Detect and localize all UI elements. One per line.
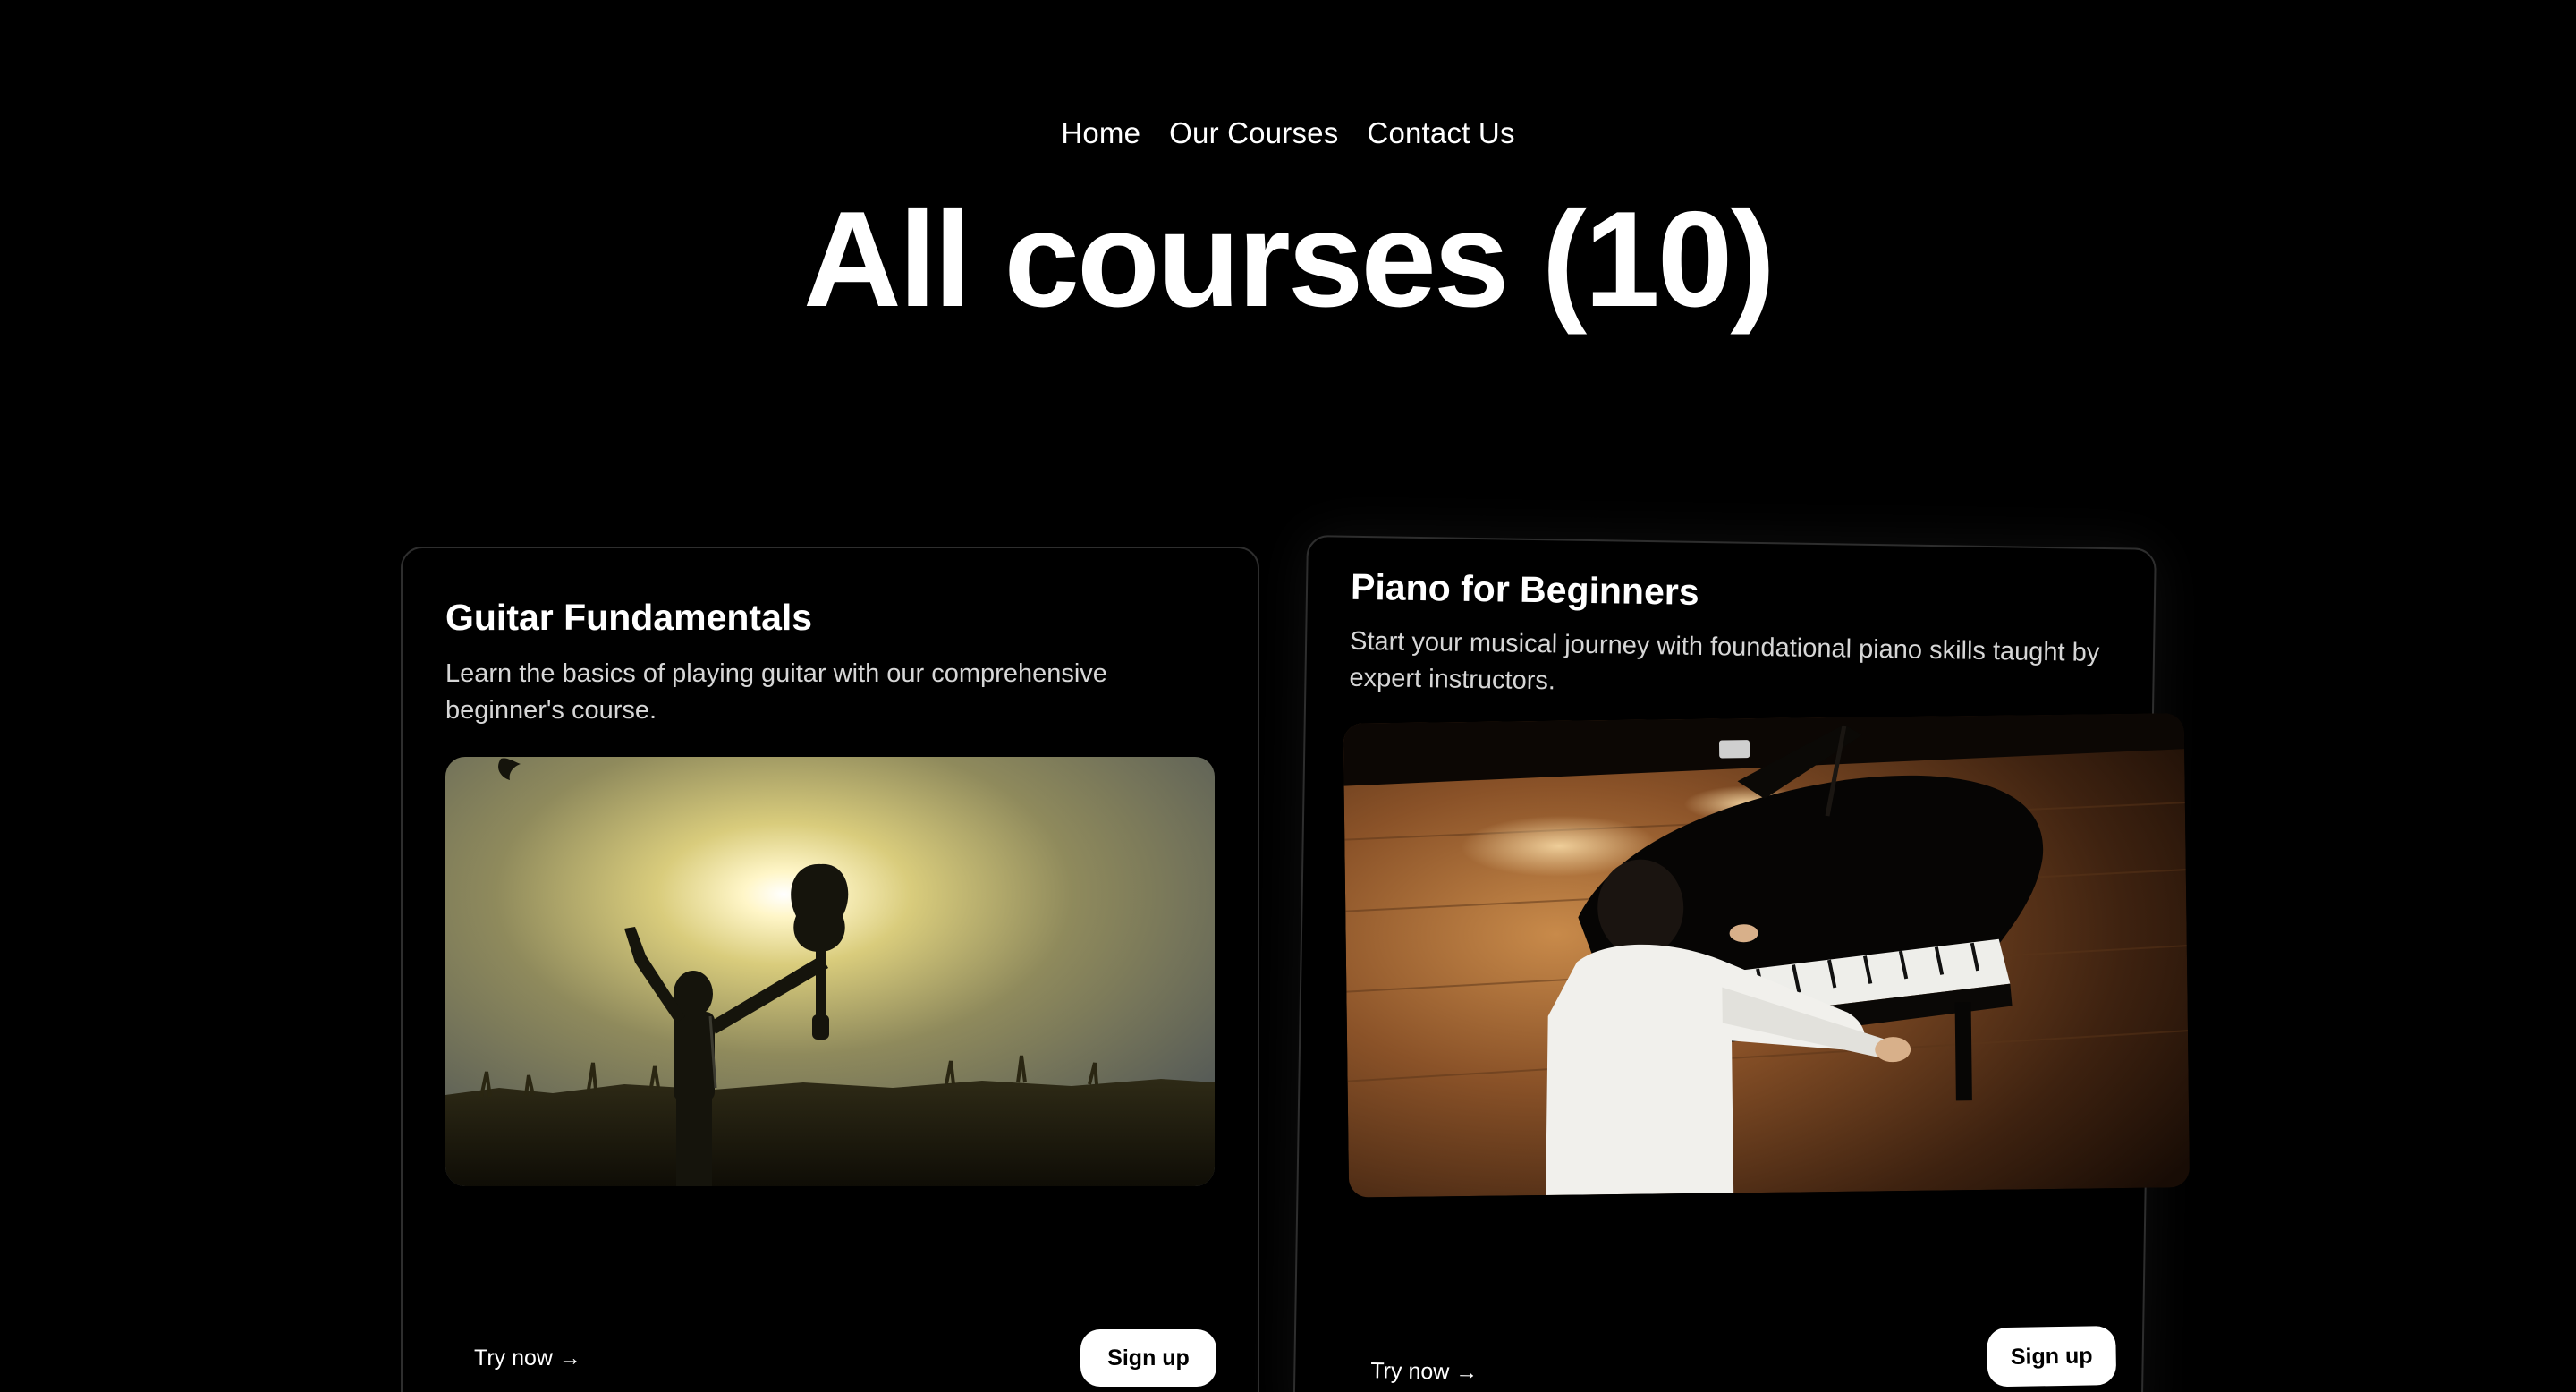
piano-player-image xyxy=(1343,713,2190,1198)
top-nav: Home Our Courses Contact Us xyxy=(0,111,2576,156)
nav-home-link[interactable]: Home xyxy=(1061,111,1140,156)
guitar-silhouette-image xyxy=(445,757,1215,1186)
try-now-link[interactable]: Try now → xyxy=(474,1343,581,1373)
course-card-piano: Piano for Beginners Start your musical j… xyxy=(1292,535,2190,1392)
nav-our-courses-link[interactable]: Our Courses xyxy=(1169,111,1338,156)
try-now-link[interactable]: Try now → xyxy=(1370,1355,1478,1388)
course-description: Learn the basics of playing guitar with … xyxy=(445,659,1107,725)
nav-contact-us-link[interactable]: Contact Us xyxy=(1367,111,1514,156)
sign-up-button[interactable]: Sign up xyxy=(1987,1326,2117,1388)
course-title: Guitar Fundamentals xyxy=(445,597,813,638)
course-card-guitar: Guitar Fundamentals Learn the basics of … xyxy=(401,547,1259,1392)
course-description: Start your musical journey with foundati… xyxy=(1349,626,2100,696)
sign-up-button[interactable]: Sign up xyxy=(1080,1329,1216,1387)
page-title: All courses (10) xyxy=(803,183,1775,335)
course-title: Piano for Beginners xyxy=(1350,565,1699,613)
courses-page: Home Our Courses Contact Us All courses … xyxy=(0,0,2576,1392)
